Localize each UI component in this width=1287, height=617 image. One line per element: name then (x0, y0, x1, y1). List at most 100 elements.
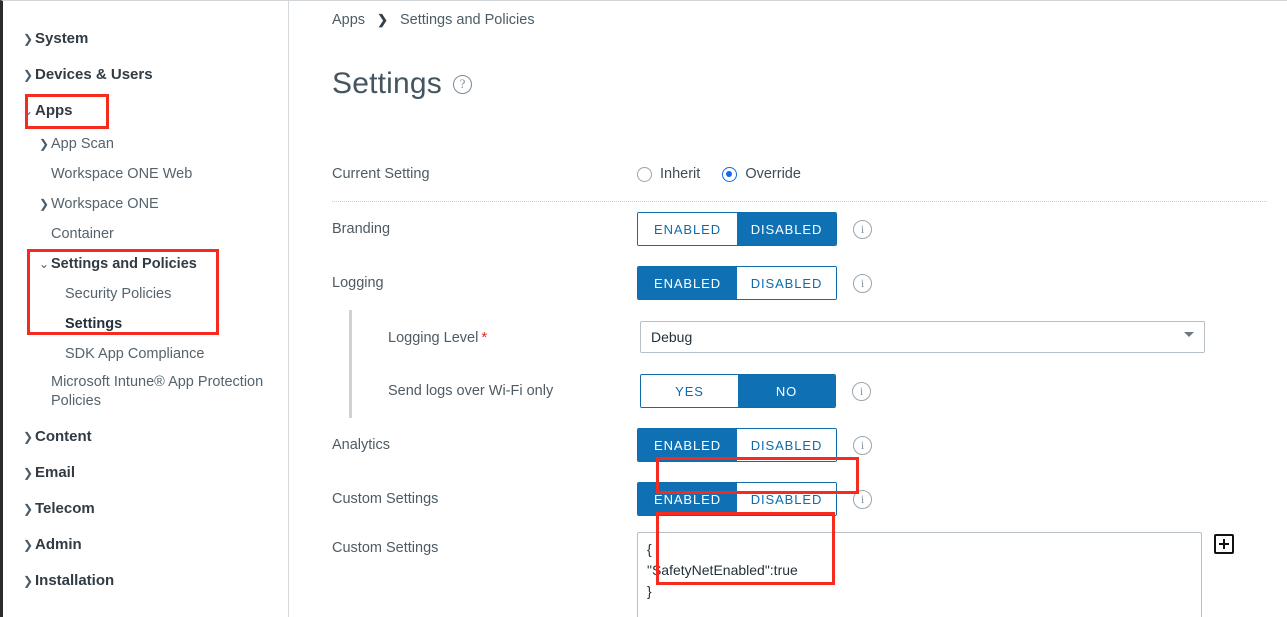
analytics-enabled-button[interactable]: ENABLED (638, 429, 737, 462)
send-logs-wifi-label: Send logs over Wi-Fi only (388, 383, 554, 400)
sidebar-item-sdk-app-compliance[interactable]: SDK App Compliance (51, 339, 288, 369)
sidebar-item-label: Workspace ONE (51, 196, 159, 212)
radio-option-inherit[interactable]: Inherit (637, 166, 700, 182)
required-marker: * (481, 328, 488, 346)
plus-square-icon[interactable] (1214, 534, 1234, 555)
logging-level-label-text: Logging Level (388, 329, 479, 346)
row-analytics: Analytics ENABLED DISABLED i (332, 418, 1287, 472)
send-logs-wifi-yes-button[interactable]: YES (641, 375, 738, 408)
chevron-right-icon: ❯ (22, 430, 34, 444)
custom-settings-text-label: Custom Settings (332, 540, 439, 557)
chevron-right-icon: ❯ (377, 12, 388, 27)
sidebar-item-settings-and-policies[interactable]: ⌄ Settings and Policies (37, 249, 288, 279)
custom-settings-enabled-button[interactable]: ENABLED (638, 483, 737, 516)
sidebar-item-settings[interactable]: Settings (51, 309, 288, 339)
sidebar-item-email[interactable]: ❯ Email (21, 455, 288, 491)
sidebar-item-apps[interactable]: ⌄ Apps (21, 93, 288, 129)
sidebar-item-label: Workspace ONE Web (51, 166, 193, 182)
sidebar-item-label: Admin (35, 536, 82, 553)
chevron-right-icon: ❯ (38, 197, 50, 211)
branding-disabled-button[interactable]: DISABLED (737, 213, 836, 246)
chevron-right-icon: ❯ (22, 538, 34, 552)
radio-inherit-label: Inherit (660, 166, 701, 183)
help-circle-icon[interactable]: ? (453, 74, 472, 94)
branding-enabled-button[interactable]: ENABLED (638, 213, 737, 246)
custom-settings-toggle: ENABLED DISABLED (637, 482, 837, 517)
sidebar-item-content[interactable]: ❯ Content (21, 419, 288, 455)
chevron-right-icon: ❯ (38, 137, 50, 151)
row-send-logs-wifi: Send logs over Wi-Fi only YES NO i (388, 364, 1287, 418)
branding-toggle: ENABLED DISABLED (637, 212, 837, 247)
row-branding: Branding ENABLED DISABLED i (332, 202, 1287, 256)
sidebar-item-label: Devices & Users (35, 66, 153, 83)
chevron-right-icon: ❯ (22, 574, 34, 588)
chevron-right-icon: ❯ (22, 32, 34, 46)
info-icon[interactable]: i (853, 489, 872, 509)
sidebar-item-label: App Scan (51, 136, 114, 152)
info-icon[interactable]: i (853, 435, 872, 455)
logging-level-label: Logging Level * (388, 329, 640, 346)
breadcrumb: Apps ❯ Settings and Policies (332, 1, 1287, 39)
sidebar-item-label: Apps (35, 102, 73, 119)
row-custom-settings-toggle: Custom Settings ENABLED DISABLED i (332, 472, 1287, 526)
row-current-setting: Current Setting Inherit Override (332, 147, 1287, 201)
sidebar-item-label: Installation (35, 572, 115, 589)
sidebar-item-label: Microsoft Intune® App Protection Policie… (51, 374, 264, 409)
sidebar-item-label: Settings and Policies (51, 256, 197, 272)
row-custom-settings-text: Custom Settings (332, 532, 1287, 617)
chevron-down-icon: ⌄ (22, 104, 34, 118)
logging-toggle: ENABLED DISABLED (637, 266, 837, 301)
custom-settings-textarea[interactable] (637, 532, 1202, 617)
radio-inherit-indicator (637, 166, 652, 182)
logging-level-select[interactable]: Debug (640, 321, 1205, 354)
sidebar-item-system[interactable]: ❯ System (21, 21, 288, 57)
custom-settings-disabled-button[interactable]: DISABLED (737, 483, 836, 516)
app-window: ❯ System ❯ Devices & Users ⌄ Apps ❯ App … (0, 0, 1287, 617)
logging-level-select-value[interactable]: Debug (640, 321, 1205, 354)
breadcrumb-parent[interactable]: Apps (332, 12, 365, 28)
page-title-row: Settings ? (332, 47, 1287, 121)
sidebar-item-workspace-one[interactable]: ❯ Workspace ONE (37, 189, 288, 219)
current-setting-radio-group: Inherit Override (637, 166, 823, 182)
info-icon[interactable]: i (853, 219, 872, 239)
sidebar-item-security-policies[interactable]: Security Policies (51, 279, 288, 309)
sidebar-item-workspace-one-web[interactable]: Workspace ONE Web (37, 159, 288, 189)
sidebar-item-label: Settings (65, 316, 123, 332)
radio-override-indicator (722, 166, 738, 182)
sidebar-item-admin[interactable]: ❯ Admin (21, 527, 288, 563)
breadcrumb-current[interactable]: Settings and Policies (400, 12, 535, 28)
sidebar-item-telecom[interactable]: ❯ Telecom (21, 491, 288, 527)
sidebar-item-label: System (35, 30, 89, 47)
radio-option-override[interactable]: Override (722, 166, 801, 182)
sidebar-item-label: Container (51, 226, 114, 242)
sidebar-navigation: ❯ System ❯ Devices & Users ⌄ Apps ❯ App … (3, 1, 289, 617)
send-logs-wifi-no-button[interactable]: NO (738, 375, 835, 408)
analytics-label: Analytics (332, 437, 391, 454)
sidebar-item-container[interactable]: Container (37, 219, 288, 249)
sidebar-item-intune-app-protection-policies[interactable]: Microsoft Intune® App Protection Policie… (37, 369, 288, 411)
chevron-right-icon: ❯ (22, 68, 34, 82)
sidebar-item-installation[interactable]: ❯ Installation (21, 563, 288, 599)
logging-enabled-button[interactable]: ENABLED (638, 267, 737, 300)
sidebar-item-label: Security Policies (65, 286, 172, 302)
sidebar-item-label: Content (35, 428, 92, 445)
chevron-down-icon: ⌄ (38, 257, 50, 271)
custom-settings-toggle-label: Custom Settings (332, 491, 439, 508)
sidebar-item-devices-users[interactable]: ❯ Devices & Users (21, 57, 288, 93)
info-icon[interactable]: i (852, 381, 871, 401)
sidebar-item-label: SDK App Compliance (65, 346, 205, 362)
info-icon[interactable]: i (853, 273, 872, 293)
sidebar-item-app-scan[interactable]: ❯ App Scan (37, 129, 288, 159)
main-content: Apps ❯ Settings and Policies Settings ? … (290, 1, 1287, 617)
chevron-right-icon: ❯ (22, 502, 34, 516)
current-setting-label: Current Setting (332, 166, 430, 183)
page-title: Settings (332, 67, 442, 101)
logging-label: Logging (332, 275, 384, 292)
analytics-disabled-button[interactable]: DISABLED (737, 429, 836, 462)
sidebar-item-label: Telecom (35, 500, 95, 517)
logging-disabled-button[interactable]: DISABLED (737, 267, 836, 300)
branding-label: Branding (332, 221, 391, 238)
analytics-toggle: ENABLED DISABLED (637, 428, 837, 463)
row-logging: Logging ENABLED DISABLED i (332, 256, 1287, 310)
